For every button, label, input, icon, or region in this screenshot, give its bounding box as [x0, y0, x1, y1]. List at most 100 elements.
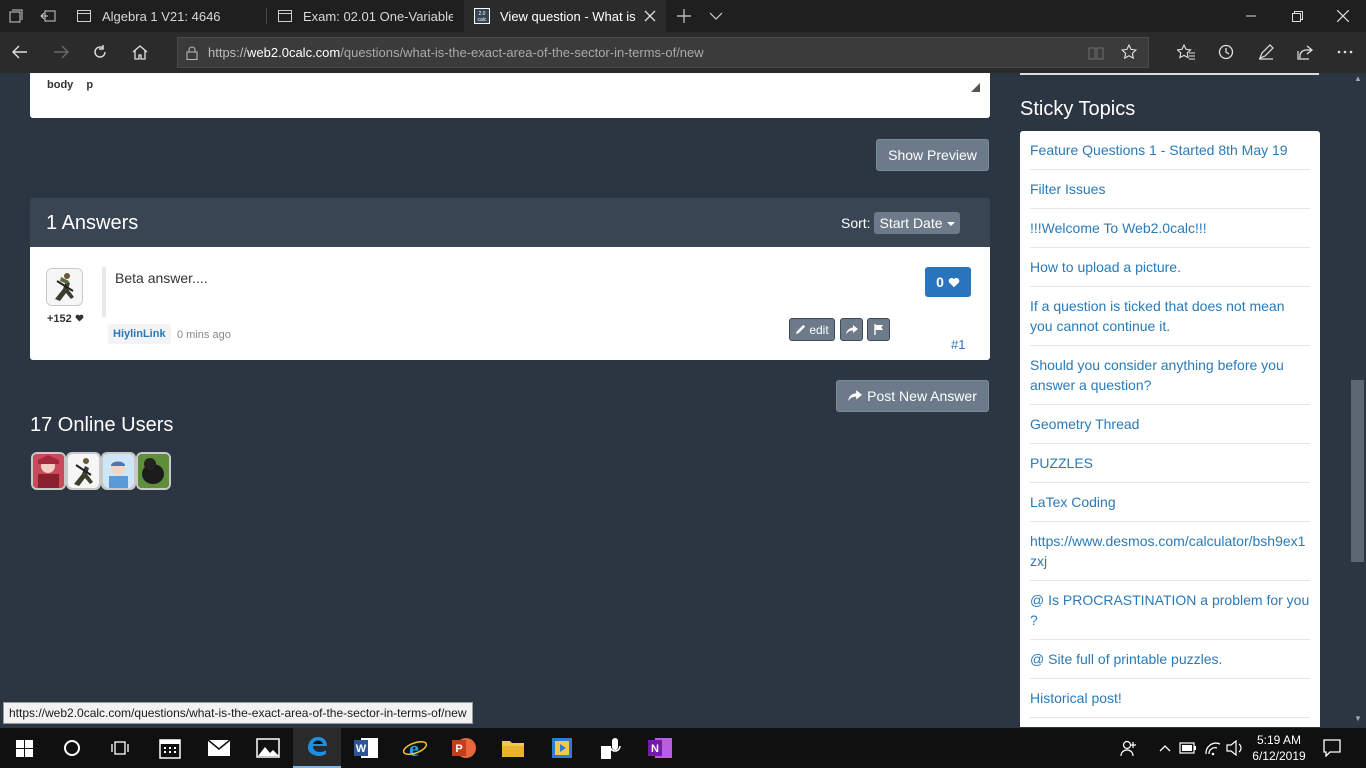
tab-title: View question - What is — [500, 8, 636, 24]
web2calc-favicon-icon: 2.0calc — [474, 8, 490, 24]
file-explorer-app-icon[interactable] — [489, 728, 537, 768]
svg-text:e: e — [409, 736, 419, 760]
like-button[interactable]: 0 — [925, 267, 971, 297]
sticky-topic-link[interactable]: Feature Questions 1 - Started 8th May 19 — [1030, 131, 1310, 170]
sticky-topic-link[interactable]: Historical post! — [1030, 679, 1310, 718]
sticky-topic-link[interactable]: https://www.desmos.com/calculator/bsh9ex… — [1030, 522, 1310, 581]
taskbar-clock[interactable]: 5:19 AM 6/12/2019 — [1242, 732, 1316, 764]
powerpoint-app-icon[interactable]: P — [440, 728, 488, 768]
word-app-icon[interactable]: W — [342, 728, 390, 768]
close-window-icon[interactable] — [1320, 0, 1366, 32]
report-button[interactable] — [867, 318, 890, 341]
history-icon[interactable] — [1208, 36, 1244, 68]
scroll-down-icon[interactable]: ▼ — [1352, 714, 1364, 726]
sticky-topic-link[interactable]: Should you consider anything before you … — [1030, 346, 1310, 405]
new-tab-icon[interactable] — [668, 0, 700, 32]
sticky-topic-link[interactable]: !!!Welcome To Web2.0calc!!! — [1030, 209, 1310, 248]
answer-number[interactable]: #1 — [951, 337, 965, 352]
sticky-topic-link[interactable]: Filter Issues — [1030, 170, 1310, 209]
battery-icon[interactable] — [1178, 738, 1198, 758]
photos-app-icon[interactable] — [244, 728, 292, 768]
internet-explorer-app-icon[interactable]: e — [391, 728, 439, 768]
sticky-topic-link[interactable]: @ Site full of printable puzzles. — [1030, 640, 1310, 679]
sort-value: Start Date — [879, 215, 943, 231]
set-aside-tabs-icon[interactable] — [32, 0, 64, 32]
answer-divider — [102, 267, 106, 317]
more-options-icon[interactable] — [1327, 36, 1363, 68]
sticky-topic-link[interactable]: LaTex Coding — [1030, 483, 1310, 522]
edit-button[interactable]: edit — [789, 318, 835, 341]
share-icon[interactable] — [1287, 36, 1323, 68]
sticky-topic-link[interactable]: If a question is ticked that does not me… — [1030, 287, 1310, 346]
lock-icon — [186, 46, 198, 60]
avatar[interactable] — [31, 452, 66, 490]
favorites-icon[interactable] — [1168, 36, 1204, 68]
avatar[interactable] — [101, 452, 136, 490]
task-view-icon[interactable] — [96, 728, 144, 768]
tab-list-icon[interactable] — [0, 0, 32, 32]
windows-start-icon[interactable] — [0, 728, 48, 768]
address-bar[interactable]: https://web2.0calc.com/questions/what-is… — [177, 37, 1149, 68]
edit-label: edit — [809, 322, 829, 337]
avatar[interactable] — [66, 452, 101, 490]
web-note-pen-icon[interactable] — [1248, 36, 1284, 68]
show-preview-button[interactable]: Show Preview — [876, 139, 989, 171]
scroll-thumb[interactable] — [1351, 380, 1364, 562]
url-host: web2.0calc.com — [247, 45, 341, 60]
tab-view-question[interactable]: 2.0 calc View question - What is — [464, 0, 666, 32]
caret-down-icon — [946, 222, 955, 226]
answer-author-link[interactable]: HiylinLink — [108, 324, 171, 344]
path-p[interactable]: p — [86, 79, 93, 91]
resize-handle-icon[interactable] — [971, 83, 980, 92]
share-arrow-icon — [848, 390, 863, 402]
avatar[interactable] — [46, 268, 83, 306]
answer-item: +152 Beta answer.... HiylinLink 0 mins a… — [30, 247, 990, 360]
wifi-icon[interactable] — [1203, 738, 1223, 758]
people-icon[interactable] — [1119, 738, 1139, 758]
add-favorite-star-icon[interactable] — [1121, 44, 1137, 60]
home-icon[interactable] — [122, 36, 158, 68]
heart-icon — [75, 314, 84, 322]
close-tab-icon[interactable] — [642, 8, 658, 24]
onenote-app-icon[interactable]: N — [636, 728, 684, 768]
cortana-search-icon[interactable] — [48, 728, 96, 768]
chevron-up-icon[interactable] — [1155, 738, 1175, 758]
refresh-icon[interactable] — [82, 36, 118, 68]
action-center-icon[interactable] — [1322, 738, 1342, 758]
sticky-topic-link[interactable]: Geometry Thread — [1030, 405, 1310, 444]
reputation-value: +152 — [47, 313, 72, 325]
mail-app-icon[interactable] — [195, 728, 243, 768]
like-count: 0 — [936, 274, 944, 290]
answer-editor[interactable]: body p — [30, 73, 990, 118]
restore-icon[interactable] — [1274, 0, 1320, 32]
sticky-topic-link[interactable]: PUZZLES — [1030, 444, 1310, 483]
video-app-icon[interactable] — [538, 728, 586, 768]
minimize-icon[interactable] — [1228, 0, 1274, 32]
sticky-topic-link[interactable]: How to upload a picture. — [1030, 248, 1310, 287]
tab-algebra[interactable]: Algebra 1 V21: 4646 — [66, 0, 266, 32]
tab-title: Algebra 1 V21: 4646 — [102, 8, 221, 24]
tab-exam[interactable]: Exam: 02.01 One-Variable Eq — [267, 0, 463, 32]
calendar-app-icon[interactable] — [146, 728, 194, 768]
post-new-answer-label: Post New Answer — [867, 388, 977, 404]
path-body[interactable]: body — [47, 79, 73, 91]
back-icon[interactable] — [2, 36, 38, 68]
post-new-answer-button[interactable]: Post New Answer — [836, 380, 989, 412]
share-answer-button[interactable] — [840, 318, 863, 341]
avatar[interactable] — [136, 452, 171, 490]
url-scheme: https:// — [208, 45, 248, 60]
sticky-topic-link[interactable]: @ Is PROCRASTINATION a problem for you ? — [1030, 581, 1310, 640]
sort-dropdown[interactable]: Start Date — [874, 212, 960, 234]
voice-recorder-app-icon[interactable] — [587, 728, 635, 768]
edge-browser-app-icon[interactable] — [293, 728, 341, 768]
scroll-up-icon[interactable]: ▲ — [1352, 74, 1364, 86]
tab-preview-chevron-icon[interactable] — [700, 0, 732, 32]
answer-time: 0 mins ago — [177, 329, 231, 341]
reading-view-icon[interactable] — [1088, 46, 1104, 60]
answers-title: 1 Answers — [46, 212, 139, 234]
page-content: body p Show Preview 1 Answers Sort: Star… — [0, 73, 1366, 727]
share-arrow-icon — [845, 324, 858, 334]
sticky-topics-title: Sticky Topics — [1020, 98, 1136, 120]
clock-time: 5:19 AM — [1256, 733, 1302, 747]
forward-icon[interactable] — [43, 36, 79, 68]
